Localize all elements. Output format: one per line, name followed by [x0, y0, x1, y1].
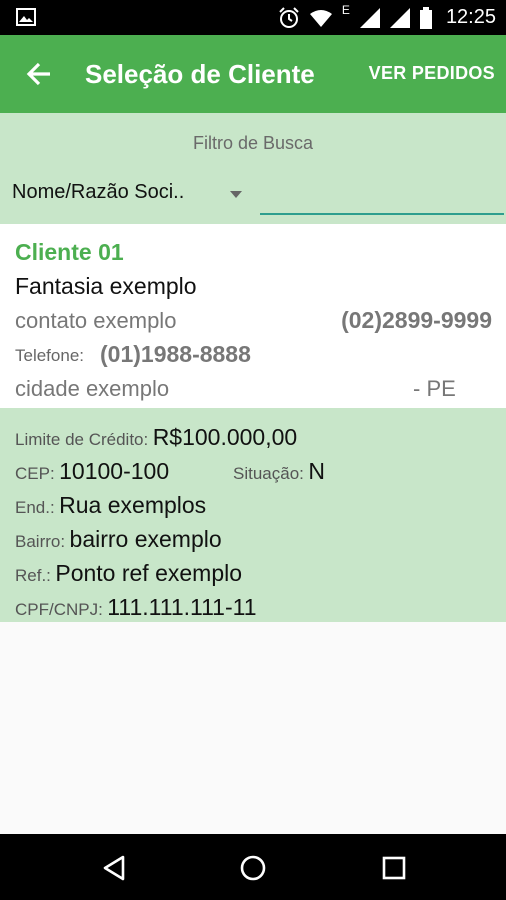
limite-value: R$100.000,00: [152, 424, 298, 450]
status-clock: 12:25: [445, 6, 496, 28]
search-input[interactable]: [260, 177, 504, 215]
client-fantasia: Fantasia exemplo: [15, 273, 197, 299]
battery-icon: [419, 6, 432, 29]
bairro-row: Bairro: bairro exemplo: [15, 526, 222, 553]
cep-row: CEP: 10100-100: [15, 458, 169, 485]
situacao-value: N: [308, 458, 325, 484]
signal-icon: [359, 7, 380, 28]
referencia-row: Ref.: Ponto ref exemplo: [15, 560, 242, 587]
cep-label: CEP:: [15, 464, 55, 483]
client-name: Cliente 01: [15, 239, 124, 265]
telefone-label: Telefone:: [15, 346, 84, 365]
endereco-row: End.: Rua exemplos: [15, 492, 206, 519]
recents-square-icon[interactable]: [379, 853, 409, 883]
filter-type-value: Nome/Razão Soci..: [12, 181, 185, 203]
situacao-row: Situação: N: [233, 458, 325, 485]
endereco-label: End.:: [15, 498, 55, 517]
page-title: Seleção de Cliente: [85, 59, 315, 89]
alarm-icon: [279, 6, 299, 28]
limite-label: Limite de Crédito:: [15, 430, 149, 449]
wifi-icon: [309, 9, 332, 27]
client-uf: - PE: [413, 376, 456, 401]
cpf-label: CPF/CNPJ:: [15, 600, 103, 619]
network-type-label: E: [341, 2, 350, 17]
bairro-label: Bairro:: [15, 532, 66, 551]
bairro-value: bairro exemplo: [69, 526, 222, 552]
home-circle-icon[interactable]: [238, 853, 268, 883]
arrow-left-icon[interactable]: [24, 59, 54, 89]
status-bar: E 12:25: [0, 0, 506, 35]
client-contato: contato exemplo: [15, 308, 177, 333]
filter-label: Filtro de Busca: [192, 133, 314, 153]
client-phone: (02)2899-9999: [341, 307, 492, 333]
referencia-value: Ponto ref exemplo: [55, 560, 243, 586]
chevron-down-icon: [230, 191, 242, 198]
referencia-label: Ref.:: [15, 566, 51, 585]
client-list-item[interactable]: Cliente 01 Fantasia exemplo contato exem…: [0, 224, 506, 408]
app-bar: Seleção de Cliente VER PEDIDOS: [0, 35, 506, 113]
cpf-value: 111.111.111-11: [107, 594, 257, 620]
endereco-value: Rua exemplos: [59, 492, 207, 518]
limite-row: Limite de Crédito: R$100.000,00: [15, 424, 297, 451]
back-triangle-icon[interactable]: [99, 853, 129, 883]
situacao-label: Situação:: [233, 464, 304, 483]
client-details-panel: Limite de Crédito: R$100.000,00 CEP: 101…: [0, 408, 506, 622]
client-cidade: cidade exemplo: [15, 376, 170, 401]
ver-pedidos-button[interactable]: VER PEDIDOS: [369, 63, 495, 84]
cep-value: 10100-100: [59, 458, 170, 484]
image-icon: [16, 8, 36, 26]
telefone-value: (01)1988-8888: [100, 341, 251, 367]
filter-type-select[interactable]: Nome/Razão Soci..: [12, 177, 250, 209]
cpf-row: CPF/CNPJ: 111.111.111-11: [15, 594, 257, 621]
search-filter-panel: Filtro de Busca Nome/Razão Soci..: [0, 113, 506, 224]
signal-icon: [389, 7, 410, 28]
system-nav-bar: [0, 834, 506, 900]
